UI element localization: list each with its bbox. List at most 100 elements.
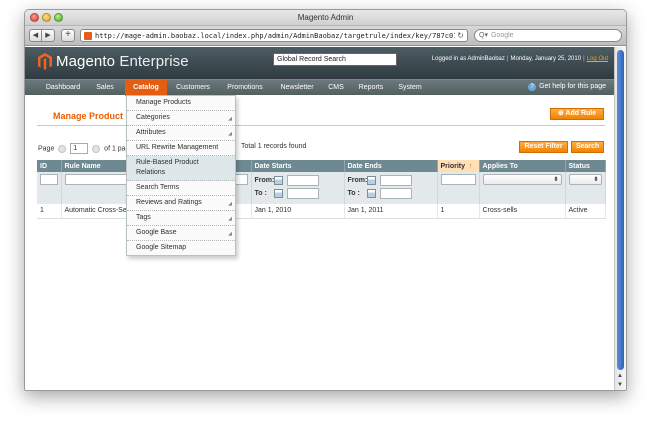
menu-item-label: Rule-Based Product Relations [136,159,199,176]
nav-promotions[interactable]: Promotions [223,80,267,96]
date-starts-to-input[interactable] [286,188,319,199]
calendar-icon[interactable] [366,176,376,185]
column-date-ends[interactable]: Date Ends [344,160,438,172]
nav-system[interactable]: System [396,80,424,96]
nav-newsletter[interactable]: Newsletter [277,80,317,96]
scrollbar-thumb[interactable] [617,50,624,370]
magento-logo-text[interactable]: Magento Enterprise [56,53,189,70]
column-id[interactable]: ID [37,160,62,172]
filter-id-input[interactable] [40,174,58,185]
help-link[interactable]: ? Get help for this page [528,83,606,91]
submenu-arrow-icon: ◢ [228,201,232,207]
nav-cms[interactable]: CMS [325,80,347,96]
grid-header-row: ID Rule Name Date Starts Date Ends Prior… [37,160,606,172]
previous-page-icon[interactable] [58,144,67,153]
date-ends-to-row: To : [348,187,434,200]
menu-item-url-rewrite-management[interactable]: URL Rewrite Management [127,141,235,156]
back-arrow-icon[interactable]: ◀ [29,29,42,42]
menu-item-label: Manage Products [136,99,191,106]
nav-reports[interactable]: Reports [355,80,387,96]
select-arrows-icon: ⬍ [553,177,559,183]
column-status[interactable]: Status [565,160,606,172]
menu-item-google-base[interactable]: Google Base ◢ [127,226,235,241]
url-text[interactable]: http://mage-admin.baobaz.local/index.php… [95,32,455,40]
date-ends-from-row: From: [348,174,434,187]
column-date-starts[interactable]: Date Starts [251,160,345,172]
filter-id-cell [37,172,62,204]
column-priority-label: Priority [440,162,466,170]
filter-priority-cell [437,172,480,204]
date-starts-to-row: To : [255,187,341,200]
pager-prefix: Page [38,145,55,153]
magento-logo-icon [38,53,52,70]
nav-dashboard[interactable]: Dashboard [41,80,85,96]
browser-search-placeholder: Google [491,32,514,39]
admin-header: Magento Enterprise Global Record Search … [25,47,616,79]
menu-item-google-sitemap[interactable]: Google Sitemap [127,241,235,255]
nav-customers[interactable]: Customers [172,80,214,96]
browser-search-field[interactable]: Q▾ Google [474,29,622,42]
logo-brand: Magento [56,53,116,70]
filter-applies-to-cell: ⬍ [479,172,566,204]
filter-date-starts-cell: From: To : [251,172,345,204]
address-bar[interactable]: http://mage-admin.baobaz.local/index.php… [80,29,468,42]
menu-item-label: URL Rewrite Management [136,144,219,151]
title-divider [37,125,605,126]
date-ends-from-input[interactable] [379,175,412,186]
records-count: Total 1 records found [241,143,307,150]
grid-filter-row: From: To : From: To : ⬍ ⬍ [37,172,606,204]
add-bookmark-icon[interactable]: + [61,29,75,42]
menu-item-tags[interactable]: Tags ◢ [127,211,235,226]
menu-item-rule-based-product-relations[interactable]: Rule-Based Product Relations [127,156,235,181]
help-icon: ? [528,83,537,91]
submenu-arrow-icon: ◢ [228,116,232,122]
menu-item-label: Tags [136,214,151,221]
cell-status: Active [565,204,606,219]
column-priority[interactable]: Priority ↑ [437,160,480,172]
menu-item-attributes[interactable]: Attributes ◢ [127,126,235,141]
menu-item-label: Reviews and Ratings [136,199,202,206]
calendar-icon[interactable] [366,189,376,198]
separator: | [583,56,585,62]
global-record-search-input[interactable]: Global Record Search [273,53,397,66]
date-starts-from-row: From: [255,174,341,187]
logout-link[interactable]: Log Out [587,56,608,62]
vertical-scrollbar[interactable]: ▲ ▼ [614,47,626,390]
sort-ascending-icon: ↑ [469,162,473,170]
reset-filter-button[interactable]: Reset Filter [519,141,568,153]
search-button[interactable]: Search [571,141,604,153]
date-starts-from-input[interactable] [286,175,319,186]
calendar-icon[interactable] [273,176,283,185]
filter-status-select[interactable]: ⬍ [568,174,602,185]
menu-item-label: Categories [136,114,170,121]
submenu-arrow-icon: ◢ [228,216,232,222]
submenu-arrow-icon: ◢ [228,231,232,237]
window-title: Magento Admin [297,13,354,22]
menu-item-label: Google Base [136,229,177,236]
menu-item-reviews-and-ratings[interactable]: Reviews and Ratings ◢ [127,196,235,211]
column-applies-to[interactable]: Applies To [479,160,566,172]
calendar-icon[interactable] [273,189,283,198]
pager: Page 1 of 1 pag [38,143,129,154]
filter-applies-to-select[interactable]: ⬍ [482,174,562,185]
nav-catalog[interactable]: Catalog [125,80,167,96]
nav-sales[interactable]: Sales [93,80,117,96]
filter-priority-input[interactable] [440,174,476,185]
scroll-up-icon[interactable]: ▲ [617,373,623,379]
submenu-arrow-icon: ◢ [228,131,232,137]
table-row[interactable]: 1 Automatic Cross-Se Jan 1, 2010 Jan 1, … [37,204,606,219]
next-page-icon[interactable] [92,144,101,153]
page-viewport: Magento Enterprise Global Record Search … [25,47,616,390]
forward-arrow-icon[interactable]: ▶ [42,29,55,42]
cell-applies-to: Cross-sells [479,204,566,219]
add-rule-button[interactable]: ⊕ Add Rule [550,108,604,120]
reload-icon[interactable]: ↻ [457,31,464,40]
page-number-input[interactable]: 1 [70,143,89,154]
menu-item-search-terms[interactable]: Search Terms [127,181,235,196]
cell-date-starts: Jan 1, 2010 [251,204,345,219]
date-ends-to-input[interactable] [379,188,412,199]
menu-item-manage-products[interactable]: Manage Products [127,96,235,111]
main-navigation: Dashboard Sales Catalog Customers Promot… [25,79,616,96]
scroll-down-icon[interactable]: ▼ [617,382,623,388]
menu-item-categories[interactable]: Categories ◢ [127,111,235,126]
